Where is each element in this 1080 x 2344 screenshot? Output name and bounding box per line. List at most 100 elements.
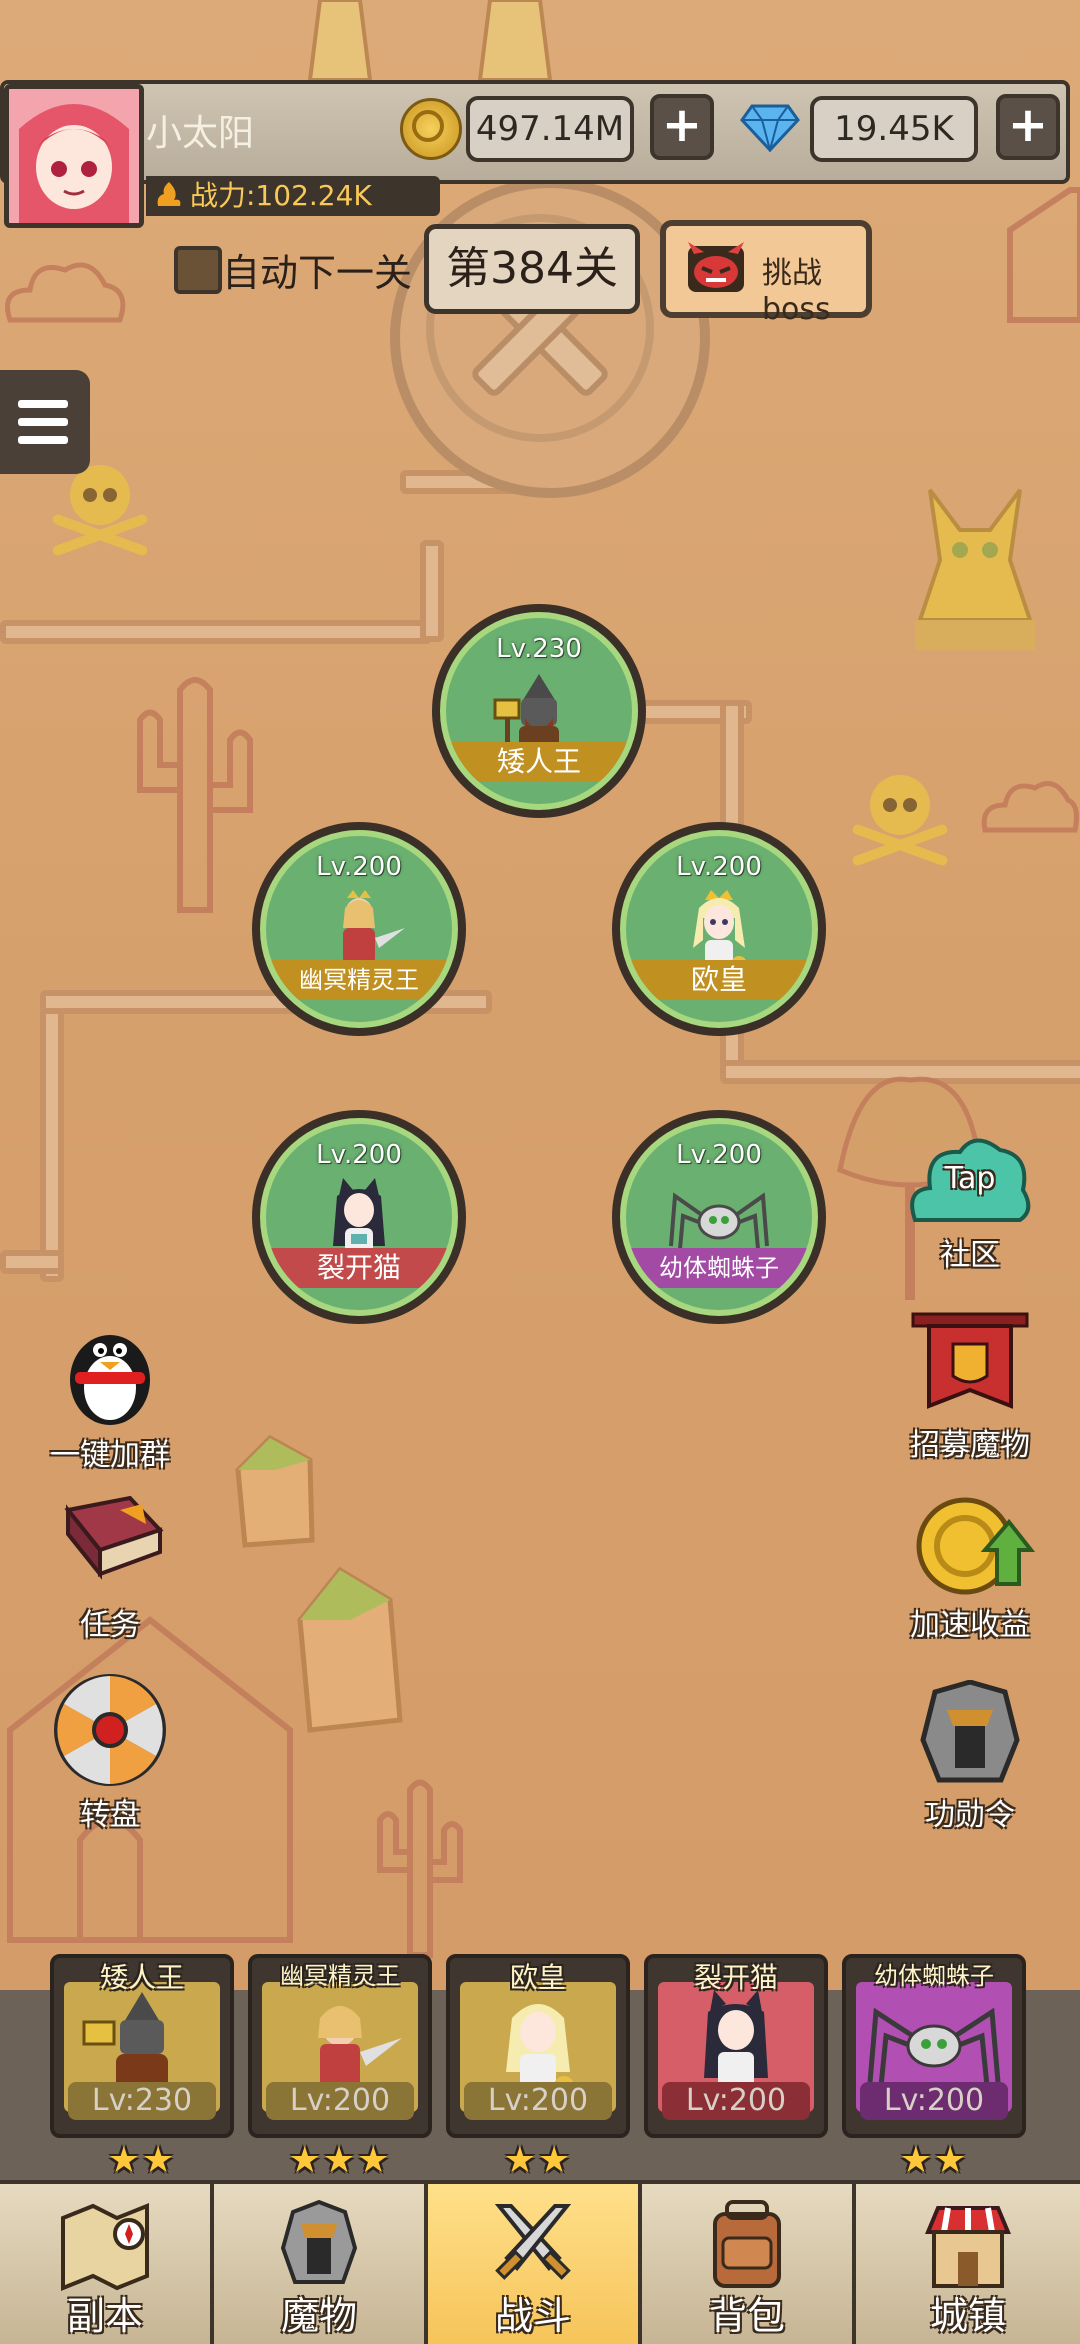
menu-line-icon [18,436,68,444]
hero-slot-lucky-emperor[interactable]: Lv.200 欧皇 [612,822,826,1036]
player-name: 小太阳 [146,113,255,154]
auto-next-checkbox[interactable] [174,246,222,294]
cloud-icon [981,781,1079,833]
current-stage: 第384关 [424,224,640,314]
star-rating: ★★ [107,2140,177,2181]
recruit-monster-button[interactable]: 招募魔物 [890,1310,1050,1464]
hero-name-band: 矮人王 [446,742,632,782]
crystal-rock-icon [307,0,553,80]
hero-level: Lv.200 [676,1140,762,1170]
wheel-button[interactable]: 转盘 [30,1670,190,1834]
nav-dungeon[interactable]: 副本 [0,2184,214,2344]
team-card-level: Lv:230 [68,2082,216,2120]
team-card[interactable]: 裂开猫 Lv:200 [644,1954,828,2138]
hero-name-band: 幽冥精灵王 [266,960,452,1000]
gem-amount: 19.45K [810,96,978,162]
join-group-label: 一键加群 [50,1438,170,1473]
tasks-button[interactable]: 任务 [30,1490,190,1644]
add-gold-button[interactable]: + [650,94,714,160]
team-card[interactable]: 幽冥精灵王 Lv:200 [248,1954,432,2138]
hero-level: Lv.200 [316,852,402,882]
nav-dungeon-label: 副本 [66,2294,143,2338]
gold-coin-icon [400,98,462,160]
helmet-icon [920,1680,1020,1783]
map-path [40,990,64,1282]
hero-level: Lv.200 [316,1140,402,1170]
team-card-level: Lv:200 [464,2082,612,2120]
hero-portrait: Lv.230 矮人王 [440,612,638,810]
power-flame-icon [157,182,181,206]
team-card-level: Lv:200 [266,2082,414,2120]
avatar-portrait-icon [9,89,139,223]
diamond-icon [740,104,800,152]
shop-icon [925,2206,1011,2288]
power-rating: 战力:102.24K [146,176,440,216]
speed-up-label: 加速收益 [910,1608,1030,1643]
community-label: 社区 [940,1238,1000,1273]
skull-crossbones-icon [852,775,948,866]
recruit-label: 招募魔物 [910,1428,1030,1463]
hero-slot-dwarf-king[interactable]: Lv.230 矮人王 [432,604,646,818]
team-card-level: Lv:200 [860,2082,1008,2120]
nav-monsters-label: 魔物 [280,2294,357,2338]
gold-amount: 497.14M [466,96,634,162]
hero-slot-baby-spider[interactable]: Lv.200 幼体蜘蛛子 [612,1110,826,1324]
quest-book-icon [64,1495,164,1580]
cactus-icon [377,1779,463,1958]
team-card[interactable]: 矮人王 Lv:230 [50,1954,234,2138]
cloud-icon [5,262,126,323]
hero-slot-split-cat[interactable]: Lv.200 裂开猫 [252,1110,466,1324]
nav-town-label: 城镇 [929,2294,1006,2338]
hamburger-menu-button[interactable] [0,370,90,474]
crystal-rock-icon [235,1434,315,1548]
player-avatar[interactable] [4,84,144,228]
star-rating: ★★ [503,2140,573,2181]
house-icon [1007,187,1080,323]
challenge-boss-label: 挑战boss [762,256,831,327]
cactus-icon [137,677,253,913]
team-card[interactable]: 欧皇 Lv:200 [446,1954,630,2138]
team-card-name: 欧皇 [509,1961,566,1994]
hero-level: Lv.230 [496,634,582,664]
hero-portrait: Lv.200 裂开猫 [260,1118,458,1316]
nav-backpack[interactable]: 背包 [642,2184,856,2344]
nav-backpack-label: 背包 [708,2294,785,2338]
tap-cloud-icon: Tap [910,1138,1031,1222]
nav-battle[interactable]: 战斗 [428,2184,642,2344]
join-group-button[interactable]: 一键加群 [30,1310,190,1474]
hero-name-band: 幼体蜘蛛子 [626,1248,812,1288]
challenge-boss-button[interactable]: 挑战boss [660,220,872,327]
svg-text:Tap: Tap [944,1161,996,1196]
team-card-name: 幼体蜘蛛子 [874,1962,994,1990]
hero-name-band: 裂开猫 [266,1248,452,1288]
gargoyle-statue-icon [915,488,1035,650]
power-value: 战力:102.24K [190,179,372,212]
crystal-rock-icon [297,1566,403,1733]
hero-slot-nether-elf-king[interactable]: Lv.200 幽冥精灵王 [252,822,466,1036]
hero-name-band: 欧皇 [626,960,812,1000]
nav-town[interactable]: 城镇 [856,2184,1080,2344]
map-path [420,540,444,642]
community-button[interactable]: Tap 社区 [890,1130,1050,1274]
team-card-name: 矮人王 [99,1961,184,1994]
map-path [0,620,432,644]
tasks-label: 任务 [80,1608,140,1643]
speed-up-income-button[interactable]: 加速收益 [890,1490,1050,1644]
auto-next-label[interactable]: 自动下一关 [222,242,412,297]
add-gem-button[interactable]: + [996,94,1060,160]
menu-line-icon [18,418,68,426]
star-rating: ★★★ [288,2140,392,2181]
demon-head-icon [688,242,744,292]
gold-boost-icon [916,1497,1035,1595]
backpack-icon [713,2200,781,2288]
star-rating [644,2140,828,2180]
wheel-icon [54,1674,166,1786]
map-icon [61,2203,149,2291]
merit-order-button[interactable]: 功勋令 [890,1680,1050,1834]
team-card[interactable]: 幼体蜘蛛子 Lv:200 [842,1954,1026,2138]
star-rating: ★★ [899,2140,969,2181]
hero-portrait: Lv.200 幽冥精灵王 [260,830,458,1028]
crossed-swords-icon [494,2204,572,2280]
team-card-name: 裂开猫 [693,1961,778,1994]
nav-monsters[interactable]: 魔物 [214,2184,428,2344]
